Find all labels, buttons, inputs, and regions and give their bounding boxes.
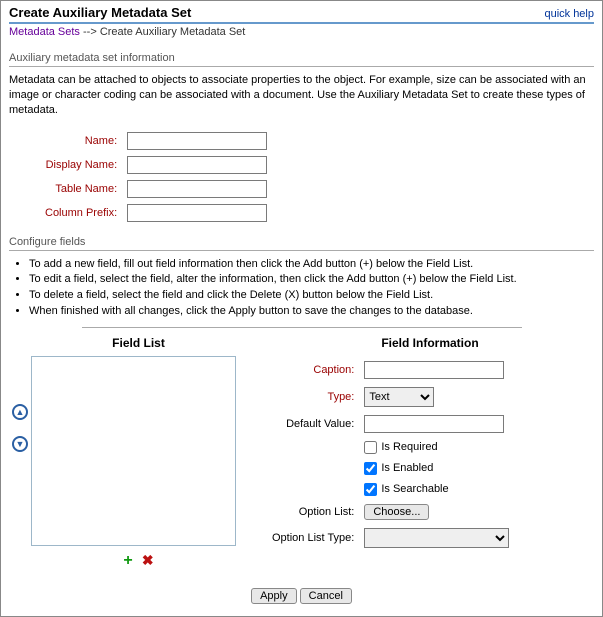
field-list-heading: Field List [31, 336, 246, 350]
option-list-type-label: Option List Type: [268, 525, 358, 551]
field-info-form: Caption: Type: Text Default Value: Is Re… [266, 356, 515, 553]
reorder-controls: ▲ ▼ [9, 336, 31, 460]
section-fields-rule [9, 250, 594, 251]
breadcrumb-sep: --> [80, 26, 100, 38]
choose-button[interactable]: Choose... [364, 504, 429, 520]
default-value-input[interactable] [364, 415, 504, 433]
instruction-item: When finished with all changes, click th… [29, 304, 594, 319]
page-title: Create Auxiliary Metadata Set [9, 5, 191, 20]
table-name-label: Table Name: [41, 178, 121, 200]
metadata-form: Name: Display Name: Table Name: Column P… [39, 128, 273, 226]
field-list[interactable] [31, 356, 236, 546]
quick-help-link[interactable]: quick help [544, 8, 594, 20]
option-list-label: Option List: [268, 501, 358, 523]
is-required-label: Is Required [381, 441, 437, 453]
default-value-label: Default Value: [268, 412, 358, 436]
type-label: Type: [268, 384, 358, 410]
section-fields-title: Configure fields [9, 236, 594, 248]
move-down-button[interactable]: ▼ [12, 436, 28, 452]
instruction-item: To edit a field, select the field, alter… [29, 272, 594, 287]
field-info-column: Field Information Caption: Type: Text De… [246, 336, 594, 553]
instruction-item: To add a new field, fill out field infor… [29, 257, 594, 272]
instructions-list: To add a new field, fill out field infor… [29, 257, 594, 319]
section-info-title: Auxiliary metadata set information [9, 52, 594, 64]
apply-button[interactable]: Apply [251, 588, 297, 604]
breadcrumb-link[interactable]: Metadata Sets [9, 26, 80, 38]
is-enabled-checkbox[interactable] [364, 462, 377, 475]
page: Create Auxiliary Metadata Set quick help… [0, 0, 603, 617]
name-label: Name: [41, 130, 121, 152]
plus-icon: + [123, 552, 132, 569]
instruction-item: To delete a field, select the field and … [29, 288, 594, 303]
bottom-actions: Apply Cancel [9, 588, 594, 604]
breadcrumb-current: Create Auxiliary Metadata Set [100, 26, 246, 38]
down-icon: ▼ [16, 439, 25, 449]
display-name-input[interactable] [127, 156, 267, 174]
is-searchable-label: Is Searchable [381, 483, 448, 495]
up-icon: ▲ [16, 407, 25, 417]
name-input[interactable] [127, 132, 267, 150]
caption-label: Caption: [268, 358, 358, 382]
option-list-type-select[interactable] [364, 528, 509, 548]
type-select[interactable]: Text [364, 387, 434, 407]
delete-icon: ✖ [142, 552, 154, 568]
field-info-heading: Field Information [266, 336, 594, 350]
table-name-input[interactable] [127, 180, 267, 198]
caption-input[interactable] [364, 361, 504, 379]
field-list-column: Field List + ✖ [31, 336, 246, 570]
display-name-label: Display Name: [41, 154, 121, 176]
column-prefix-label: Column Prefix: [41, 202, 121, 224]
is-enabled-label: Is Enabled [381, 462, 433, 474]
column-prefix-input[interactable] [127, 204, 267, 222]
cancel-button[interactable]: Cancel [300, 588, 352, 604]
delete-field-button[interactable]: ✖ [139, 552, 157, 568]
add-field-button[interactable]: + [120, 552, 135, 569]
is-searchable-checkbox[interactable] [364, 483, 377, 496]
move-up-button[interactable]: ▲ [12, 404, 28, 420]
mid-rule [82, 327, 522, 328]
field-editor: ▲ ▼ Field List + ✖ Field Information Cap… [9, 336, 594, 570]
section-info-rule [9, 66, 594, 67]
breadcrumb: Metadata Sets --> Create Auxiliary Metad… [9, 26, 594, 38]
is-required-checkbox[interactable] [364, 441, 377, 454]
header-rule [9, 22, 594, 24]
header: Create Auxiliary Metadata Set quick help [9, 5, 594, 20]
section-info-desc: Metadata can be attached to objects to a… [9, 73, 594, 118]
